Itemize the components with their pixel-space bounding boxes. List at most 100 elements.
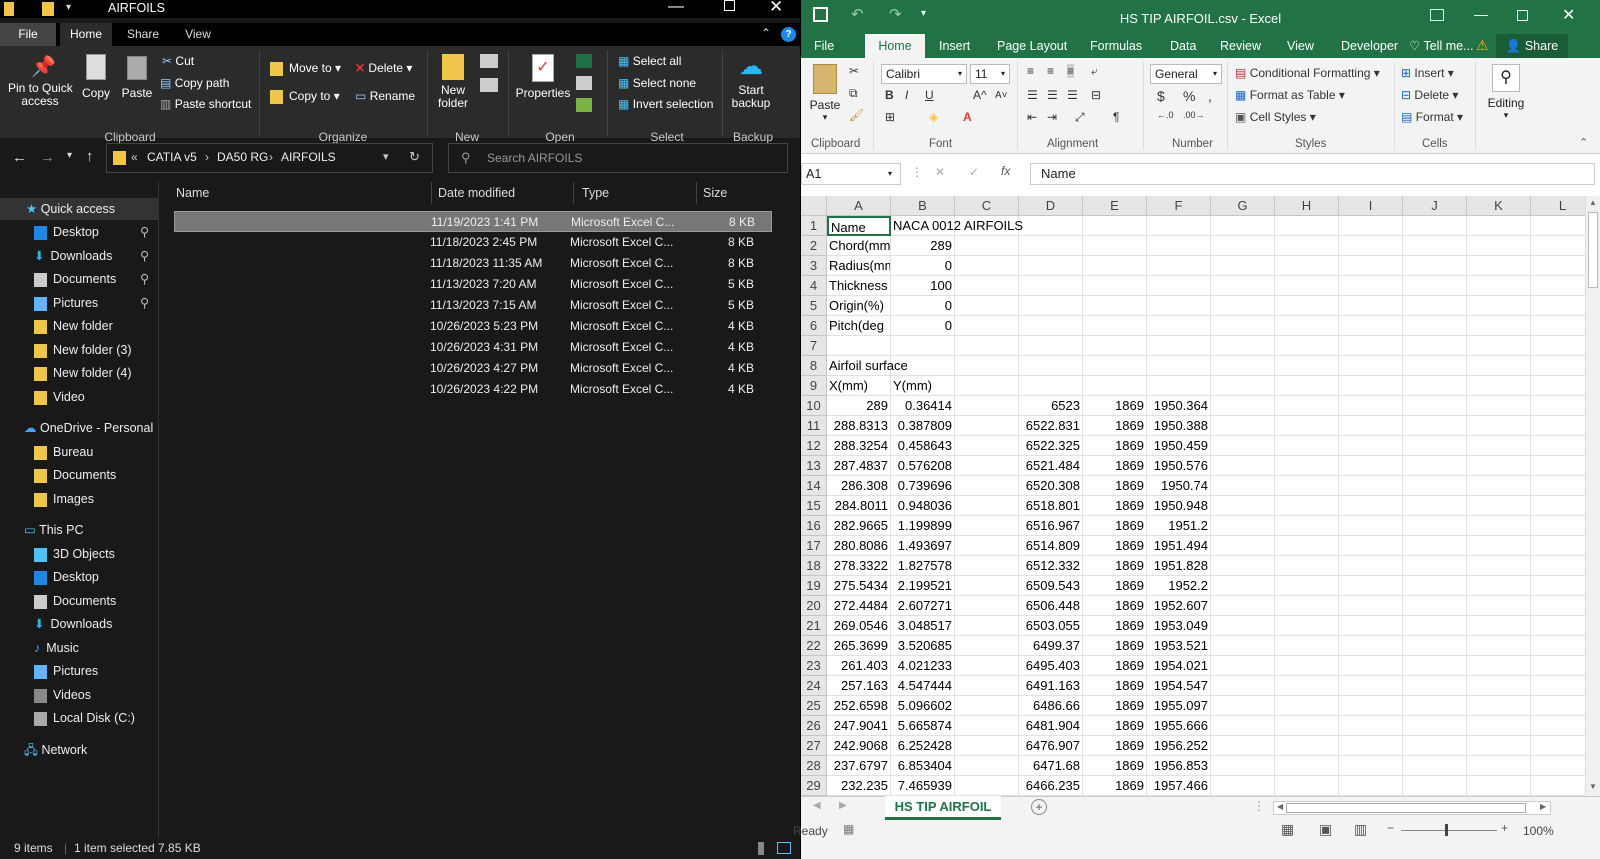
cell[interactable]: 252.6598	[827, 696, 891, 716]
cell[interactable]: 6518.801	[1019, 496, 1083, 516]
cell[interactable]: 6503.055	[1019, 616, 1083, 636]
horizontal-scrollbar[interactable]: ◀ ▶	[1273, 801, 1551, 815]
cell[interactable]	[1531, 756, 1585, 776]
nav-item-new-folder-4[interactable]: New folder (4)	[0, 362, 158, 384]
cell[interactable]: 0	[891, 296, 955, 316]
next-sheet-icon[interactable]: ▶	[839, 800, 847, 811]
cell[interactable]	[1403, 616, 1467, 636]
cell[interactable]	[1211, 436, 1275, 456]
cell[interactable]	[1275, 536, 1339, 556]
bold-button[interactable]: B	[885, 88, 894, 102]
increase-font-size-button[interactable]: A^	[973, 88, 987, 102]
cell[interactable]	[1019, 376, 1083, 396]
cell[interactable]	[1403, 776, 1467, 796]
collapse-ribbon-icon[interactable]: ⌃	[761, 26, 771, 40]
tab-developer[interactable]: Developer	[1341, 34, 1398, 58]
cell[interactable]	[1211, 656, 1275, 676]
cell[interactable]	[1147, 376, 1211, 396]
nav-this-pc[interactable]: ▭ This PC	[0, 519, 158, 541]
cell[interactable]	[1467, 256, 1531, 276]
cell[interactable]: 1869	[1083, 696, 1147, 716]
scroll-up-icon[interactable]: ▲	[1589, 198, 1597, 207]
breadcrumb-item[interactable]: AIRFOILS	[281, 150, 336, 164]
cell[interactable]	[1147, 356, 1211, 376]
cell[interactable]	[1275, 516, 1339, 536]
nav-onedrive[interactable]: ☁ OneDrive - Personal	[0, 417, 158, 439]
cell[interactable]	[1339, 696, 1403, 716]
cell[interactable]	[1531, 236, 1585, 256]
row-header[interactable]: 22	[801, 636, 827, 656]
nav-item-pc-desktop[interactable]: Desktop	[0, 566, 158, 588]
row-header[interactable]: 14	[801, 476, 827, 496]
cell[interactable]	[1403, 236, 1467, 256]
cell[interactable]	[1211, 256, 1275, 276]
file-row[interactable]: XWINGLET AIRFOIL.csv10/26/2023 5:23 PMMi…	[174, 316, 772, 337]
cell[interactable]: 287.4837	[827, 456, 891, 476]
cell[interactable]	[1339, 716, 1403, 736]
row-header[interactable]: 29	[801, 776, 827, 796]
cell[interactable]: 5.096602	[891, 696, 955, 716]
cell[interactable]: Thickness	[827, 276, 891, 296]
cell[interactable]	[955, 756, 1019, 776]
cell[interactable]	[955, 416, 1019, 436]
tab-view[interactable]: View	[174, 23, 222, 46]
sheet-tab[interactable]: HS TIP AIRFOIL	[885, 796, 1001, 820]
cell[interactable]	[1083, 376, 1147, 396]
align-left-icon[interactable]: ☰	[1027, 88, 1038, 102]
file-row[interactable]: XVS ROOT AIRFOIL.csv11/18/2023 11:35 AMM…	[174, 253, 772, 274]
cell[interactable]: 1950.459	[1147, 436, 1211, 456]
cell[interactable]: 6481.904	[1019, 716, 1083, 736]
file-row[interactable]: XVS TIP AIRFOIL.csv11/13/2023 7:15 AMMic…	[174, 295, 772, 316]
cell[interactable]: 0.576208	[891, 456, 955, 476]
align-top-icon[interactable]: ≡	[1027, 64, 1034, 78]
cell[interactable]	[1531, 276, 1585, 296]
cell[interactable]	[1275, 736, 1339, 756]
cell[interactable]	[1403, 596, 1467, 616]
row-header[interactable]: 3	[801, 256, 827, 276]
font-size-select[interactable]: 11 ▾	[970, 64, 1010, 84]
file-row[interactable]: XROOT AIRFOIL.csv10/26/2023 4:22 PMMicro…	[174, 379, 772, 400]
cell[interactable]	[955, 736, 1019, 756]
column-header[interactable]: F	[1147, 196, 1211, 216]
column-header[interactable]: L	[1531, 196, 1585, 216]
nav-item-pc-documents[interactable]: Documents	[0, 590, 158, 612]
cell[interactable]	[1275, 776, 1339, 796]
select-all-button[interactable]: ▦ Select all	[618, 54, 681, 68]
cell[interactable]	[891, 336, 955, 356]
cell[interactable]: 1950.364	[1147, 396, 1211, 416]
cell[interactable]	[955, 376, 1019, 396]
column-header[interactable]: D	[1019, 196, 1083, 216]
cell[interactable]	[955, 496, 1019, 516]
cell[interactable]: Pitch(deg	[827, 316, 891, 336]
tab-share[interactable]: Share	[118, 23, 168, 46]
cell[interactable]: 286.308	[827, 476, 891, 496]
cell[interactable]	[1339, 516, 1403, 536]
cell[interactable]	[1467, 576, 1531, 596]
copy-to-button[interactable]: Copy to ▾	[270, 89, 340, 104]
format-cells-button[interactable]: ▤ Format ▾	[1401, 110, 1463, 124]
cell[interactable]	[1275, 256, 1339, 276]
cell[interactable]	[1531, 536, 1585, 556]
cell[interactable]: 3.520685	[891, 636, 955, 656]
cell[interactable]	[1467, 336, 1531, 356]
cell[interactable]: 0.387809	[891, 416, 955, 436]
maximize-button[interactable]	[1517, 10, 1528, 21]
folder-icon[interactable]	[4, 2, 14, 16]
underline-button[interactable]: U	[925, 88, 934, 102]
cell[interactable]: 1869	[1083, 456, 1147, 476]
row-header[interactable]: 8	[801, 356, 827, 376]
cell[interactable]: 1957.466	[1147, 776, 1211, 796]
cell[interactable]: 278.3322	[827, 556, 891, 576]
merge-center-icon[interactable]: ⊟	[1091, 88, 1101, 102]
formula-input[interactable]: Name	[1030, 163, 1595, 185]
cell[interactable]: 100	[891, 276, 955, 296]
copy-path-button[interactable]: ▤ Copy path	[160, 76, 229, 90]
cell[interactable]	[1275, 576, 1339, 596]
cell-styles-button[interactable]: ▣ Cell Styles ▾	[1235, 110, 1316, 124]
cell[interactable]	[1403, 716, 1467, 736]
cell[interactable]	[955, 696, 1019, 716]
cell[interactable]: 1955.097	[1147, 696, 1211, 716]
ribbon-display-options-button[interactable]	[1430, 9, 1444, 21]
cell[interactable]	[1531, 716, 1585, 736]
cell[interactable]: 1954.547	[1147, 676, 1211, 696]
